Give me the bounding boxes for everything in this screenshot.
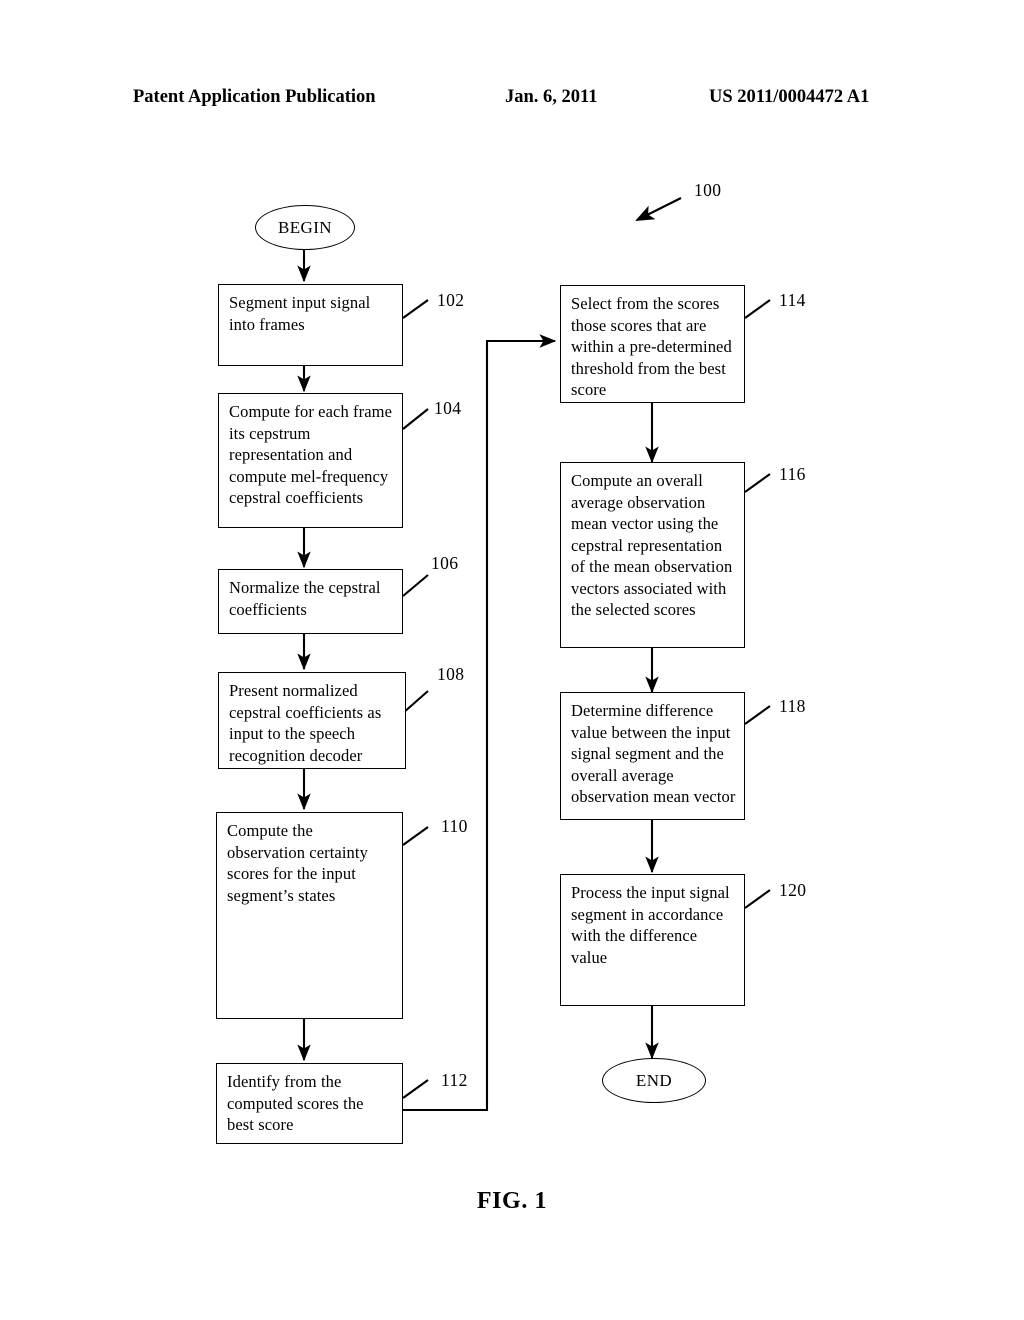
page-header: Patent Application Publication Jan. 6, 2…	[0, 86, 1024, 112]
process-box-112-label: Identify from the computed scores the be…	[227, 1072, 364, 1134]
reference-numeral-108: 108	[437, 664, 465, 684]
process-box-120-label: Process the input signal segment in acco…	[571, 883, 730, 967]
process-box-112: Identify from the computed scores the be…	[216, 1063, 403, 1144]
terminator-end-label: END	[635, 1070, 673, 1090]
reference-numeral-116: 116	[779, 464, 806, 484]
reference-numeral-120: 120	[779, 880, 807, 900]
process-box-110-label: Compute the observation certainty scores…	[227, 821, 368, 905]
process-box-114: Select from the scores those scores that…	[560, 285, 745, 403]
reference-numeral-102: 102	[437, 290, 465, 310]
process-box-104-label: Compute for each frame its cepstrum repr…	[229, 402, 393, 507]
reference-numeral-112: 112	[441, 1070, 468, 1090]
process-box-118: Determine difference value between the i…	[560, 692, 745, 820]
reference-numeral-118: 118	[779, 696, 806, 716]
header-publication-date: Jan. 6, 2011	[505, 87, 598, 107]
process-box-106: Normalize the cepstral coefficients	[218, 569, 403, 634]
reference-numeral-110: 110	[441, 816, 468, 836]
figure-caption: FIG. 1	[476, 1188, 548, 1214]
process-box-120: Process the input signal segment in acco…	[560, 874, 745, 1006]
process-box-102-label: Segment input signal into frames	[229, 293, 371, 334]
process-box-108: Present normalized cepstral coefficients…	[218, 672, 406, 769]
patent-figure-page: Patent Application Publication Jan. 6, 2…	[0, 0, 1024, 1320]
process-box-110: Compute the observation certainty scores…	[216, 812, 403, 1019]
reference-numeral-104: 104	[434, 398, 462, 418]
flowchart-connectors	[297, 197, 771, 1112]
process-box-116-label: Compute an overall average observation m…	[571, 471, 733, 619]
terminator-end: END	[602, 1058, 706, 1103]
process-box-116: Compute an overall average observation m…	[560, 462, 745, 648]
process-box-108-label: Present normalized cepstral coefficients…	[229, 681, 382, 765]
header-publication-title: Patent Application Publication	[133, 87, 376, 107]
terminator-begin-label: BEGIN	[278, 217, 332, 237]
process-box-104: Compute for each frame its cepstrum repr…	[218, 393, 403, 528]
reference-numeral-106: 106	[431, 553, 459, 573]
process-box-114-label: Select from the scores those scores that…	[571, 294, 732, 399]
header-publication-number: US 2011/0004472 A1	[709, 87, 870, 107]
process-box-106-label: Normalize the cepstral coefficients	[229, 578, 381, 619]
terminator-begin: BEGIN	[255, 205, 355, 250]
process-box-118-label: Determine difference value between the i…	[571, 701, 736, 806]
reference-numeral-100: 100	[694, 180, 722, 200]
reference-numeral-114: 114	[779, 290, 806, 310]
process-box-102: Segment input signal into frames	[218, 284, 403, 366]
